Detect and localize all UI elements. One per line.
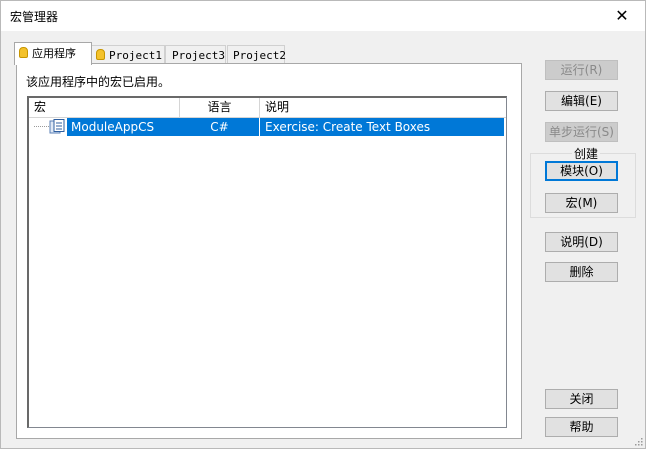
tab-label: Project1 — [109, 49, 162, 62]
tab-application[interactable]: 应用程序 — [14, 42, 92, 65]
module-button[interactable]: 模块(O) — [545, 161, 618, 181]
run-button[interactable]: 运行(R) — [545, 60, 618, 80]
table-row[interactable]: ModuleAppCS C# Exercise: Create Text Box… — [29, 118, 504, 136]
close-icon[interactable]: ✕ — [599, 1, 645, 31]
lightbulb-icon — [19, 47, 28, 58]
lightbulb-icon — [96, 49, 105, 60]
close-button[interactable]: 关闭 — [545, 389, 618, 409]
column-header-language[interactable]: 语言 — [180, 98, 260, 117]
tab-project2[interactable]: Project2 — [227, 45, 286, 64]
macro-list[interactable]: 宏 语言 说明 ModuleAppCS C# Exercise: Create … — [27, 96, 507, 428]
macro-name: ModuleAppCS — [71, 120, 155, 134]
macros-enabled-text: 该应用程序中的宏已启用。 — [26, 75, 171, 89]
window-title: 宏管理器 — [10, 10, 59, 24]
title-bar: 宏管理器 ✕ — [1, 1, 645, 31]
description-cell: Exercise: Create Text Boxes — [265, 120, 431, 134]
column-header-macro[interactable]: 宏 — [29, 98, 180, 117]
edit-button[interactable]: 编辑(E) — [545, 91, 618, 111]
macro-cell: ModuleAppCS — [29, 118, 180, 136]
tab-project3[interactable]: Project3 — [165, 45, 226, 64]
create-group-label: 创建 — [572, 145, 601, 162]
tab-panel: 该应用程序中的宏已启用。 宏 语言 说明 ModuleAppCS C# Exer… — [16, 63, 522, 439]
tree-line — [34, 126, 49, 127]
macro-button[interactable]: 宏(M) — [545, 193, 618, 213]
tab-label: Project2 — [233, 49, 286, 62]
tab-label: Project3 — [172, 49, 225, 62]
column-header-description[interactable]: 说明 — [260, 98, 506, 117]
macro-manager-window: 宏管理器 ✕ 应用程序 Project1 Project3 Project2 该… — [0, 0, 646, 449]
delete-button[interactable]: 删除 — [545, 262, 618, 282]
help-button[interactable]: 帮助 — [545, 417, 618, 437]
tab-label: 应用程序 — [32, 47, 76, 60]
step-into-button[interactable]: 单步运行(S) — [545, 122, 618, 142]
tab-project1[interactable]: Project1 — [91, 45, 165, 65]
list-header: 宏 语言 说明 — [29, 98, 506, 118]
resize-grip-icon[interactable] — [633, 436, 643, 446]
module-icon — [49, 119, 65, 134]
language-cell: C# — [180, 118, 260, 136]
description-button[interactable]: 说明(D) — [545, 232, 618, 252]
